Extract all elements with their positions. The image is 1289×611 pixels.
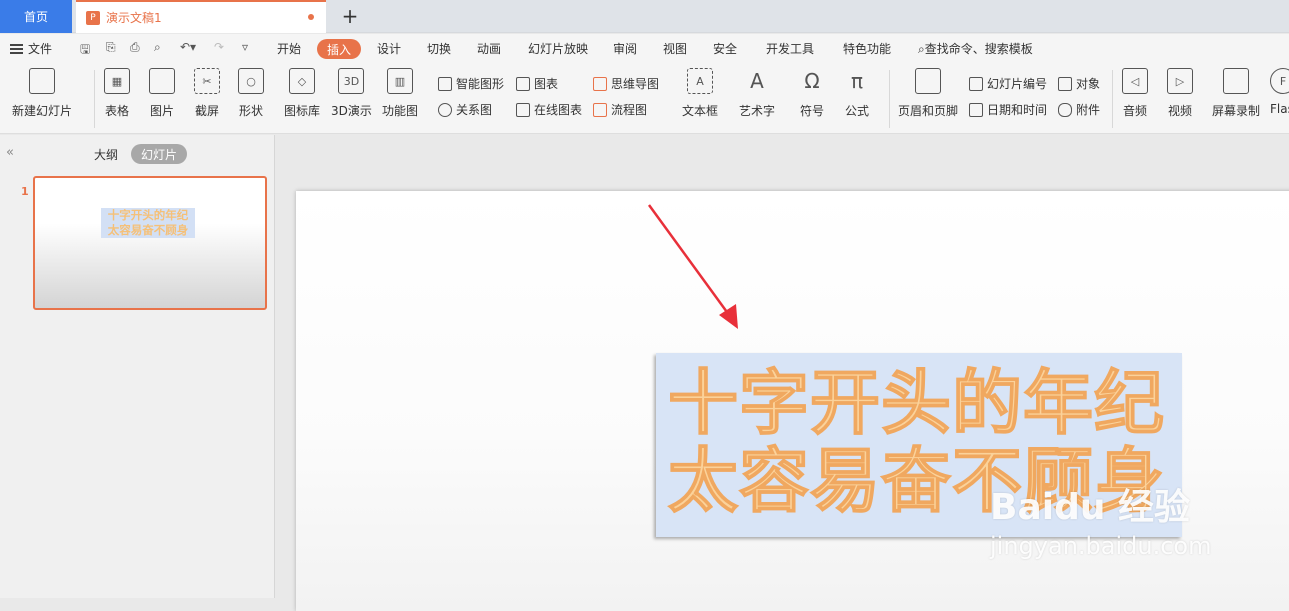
- shape-icon: ○: [238, 68, 264, 94]
- new-slide-button[interactable]: 新建幻灯片: [12, 68, 72, 119]
- relation-chart-button[interactable]: 关系图: [438, 101, 492, 118]
- menu-review[interactable]: 审阅: [613, 40, 637, 57]
- menu-developer[interactable]: 开发工具: [766, 40, 814, 57]
- wordart-icon: A: [750, 69, 764, 93]
- menu-security[interactable]: 安全: [713, 40, 737, 57]
- video-icon: ▷: [1167, 68, 1193, 94]
- search-icon: ⌕: [918, 42, 925, 56]
- flash-button[interactable]: FFlash: [1270, 68, 1289, 116]
- flowchart-button[interactable]: 流程图: [593, 101, 647, 118]
- textbox-icon: A: [687, 68, 713, 94]
- attachment-button[interactable]: 附件: [1058, 101, 1100, 118]
- tab-home[interactable]: 首页: [0, 0, 72, 33]
- mindmap-button[interactable]: 思维导图: [593, 75, 659, 92]
- hamburger-icon: [10, 43, 23, 54]
- separator: [889, 70, 890, 128]
- search-command[interactable]: ⌕查找命令、搜索模板: [918, 40, 1033, 57]
- table-button[interactable]: ▦ 表格: [104, 68, 130, 119]
- mindmap-icon: [593, 76, 607, 91]
- menu-transition[interactable]: 切换: [427, 40, 451, 57]
- function-chart-icon: ▥: [387, 68, 413, 94]
- icon-library-icon: ◇: [289, 68, 315, 94]
- speaker-icon: ◁: [1122, 68, 1148, 94]
- slide-pane: « 大纲 幻灯片 1 十字开头的年纪 太容易奋不顾身: [0, 135, 275, 598]
- tab-bar: 首页 P 演示文稿1 +: [0, 0, 1289, 33]
- function-chart-button[interactable]: ▥ 功能图: [382, 68, 418, 119]
- customize-icon[interactable]: ▿: [242, 40, 248, 54]
- collapse-pane-icon[interactable]: «: [6, 145, 14, 160]
- picture-button[interactable]: 图片: [149, 68, 175, 119]
- menu-slideshow[interactable]: 幻灯片放映: [528, 40, 588, 57]
- pi-icon: π: [850, 69, 864, 93]
- screenshot-icon: ✂: [194, 68, 220, 94]
- presentation-icon: P: [86, 10, 100, 25]
- tab-document[interactable]: P 演示文稿1: [76, 0, 326, 33]
- tab-slides[interactable]: 幻灯片: [131, 144, 187, 164]
- screenshot-button[interactable]: ✂ 截屏: [194, 68, 220, 119]
- slide-number-icon: [969, 76, 983, 91]
- icon-library-button[interactable]: ◇ 图标库: [284, 68, 320, 119]
- save-icon[interactable]: 🖫: [80, 40, 90, 61]
- picture-icon: [149, 68, 175, 94]
- menu-animation[interactable]: 动画: [477, 40, 501, 57]
- print-icon[interactable]: ⎙: [130, 40, 140, 55]
- new-slide-icon: [29, 68, 55, 94]
- baidu-watermark: Baidu 经验 jingyan.baidu.com: [990, 487, 1212, 560]
- datetime-button[interactable]: 日期和时间: [969, 101, 1047, 118]
- relation-icon: [438, 102, 452, 117]
- redo-icon[interactable]: ↷: [214, 40, 224, 54]
- menu-insert[interactable]: 插入: [317, 39, 361, 59]
- new-tab-button[interactable]: +: [338, 4, 362, 28]
- menu-design[interactable]: 设计: [377, 40, 401, 57]
- formula-button[interactable]: π 公式: [844, 68, 870, 119]
- separator: [94, 70, 95, 128]
- menu-special[interactable]: 特色功能: [843, 40, 891, 57]
- menu-bar: 文件 🖫 ⎘ ⎙ ⌕ ↶▾ ↷ ▿ 开始 插入 设计 切换 动画 幻灯片放映 审…: [0, 34, 1289, 64]
- document-title: 演示文稿1: [106, 11, 162, 25]
- smart-shape-icon: [438, 76, 452, 91]
- 3d-demo-icon: 3D: [338, 68, 365, 94]
- chart-button[interactable]: 图表: [516, 75, 558, 92]
- video-button[interactable]: ▷ 视频: [1167, 68, 1193, 119]
- screen-record-icon: [1223, 68, 1249, 94]
- header-footer-icon: [915, 68, 941, 94]
- omega-icon: Ω: [804, 69, 820, 93]
- screen-record-button[interactable]: 屏幕录制: [1212, 68, 1260, 119]
- object-icon: [1058, 76, 1072, 91]
- slide-number: 1: [21, 185, 29, 198]
- wordart-button[interactable]: A 艺术字: [739, 68, 775, 119]
- smart-shape-button[interactable]: 智能图形: [438, 75, 504, 92]
- calendar-icon: [969, 102, 983, 117]
- preview-icon[interactable]: ⌕: [154, 40, 161, 55]
- menu-start[interactable]: 开始: [277, 40, 301, 57]
- thumbnail-text: 十字开头的年纪 太容易奋不顾身: [101, 208, 195, 238]
- object-button[interactable]: 对象: [1058, 75, 1100, 92]
- flash-icon: F: [1270, 68, 1289, 94]
- bar-chart-icon: [516, 76, 530, 91]
- shape-button[interactable]: ○ 形状: [238, 68, 264, 119]
- unsaved-dot-icon: [308, 14, 314, 20]
- audio-button[interactable]: ◁ 音频: [1122, 68, 1148, 119]
- online-chart-icon: [516, 102, 530, 117]
- ribbon-insert: 新建幻灯片 ▦ 表格 图片 ✂ 截屏 ○ 形状 ◇ 图标库 3D 3D演示 ▥ 功能图 智能…: [0, 64, 1289, 134]
- export-icon[interactable]: ⎘: [106, 40, 116, 55]
- tab-outline[interactable]: 大纲: [94, 146, 118, 163]
- online-chart-button[interactable]: 在线图表: [516, 101, 582, 118]
- slide-text-line-1: 十字开头的年纪: [667, 362, 1165, 444]
- header-footer-button[interactable]: 页眉和页脚: [898, 68, 958, 119]
- menu-view[interactable]: 视图: [663, 40, 687, 57]
- table-icon: ▦: [104, 68, 130, 94]
- 3d-demo-button[interactable]: 3D 3D演示: [331, 68, 372, 119]
- textbox-button[interactable]: A 文本框: [682, 68, 718, 119]
- undo-icon[interactable]: ↶▾: [180, 40, 196, 54]
- paperclip-icon: [1058, 102, 1072, 117]
- flowchart-icon: [593, 102, 607, 117]
- file-menu[interactable]: 文件: [10, 40, 52, 57]
- separator: [1112, 70, 1113, 128]
- slide-number-button[interactable]: 幻灯片编号: [969, 75, 1047, 92]
- slide-thumbnail[interactable]: 十字开头的年纪 太容易奋不顾身: [33, 176, 267, 310]
- symbol-button[interactable]: Ω 符号: [799, 68, 825, 119]
